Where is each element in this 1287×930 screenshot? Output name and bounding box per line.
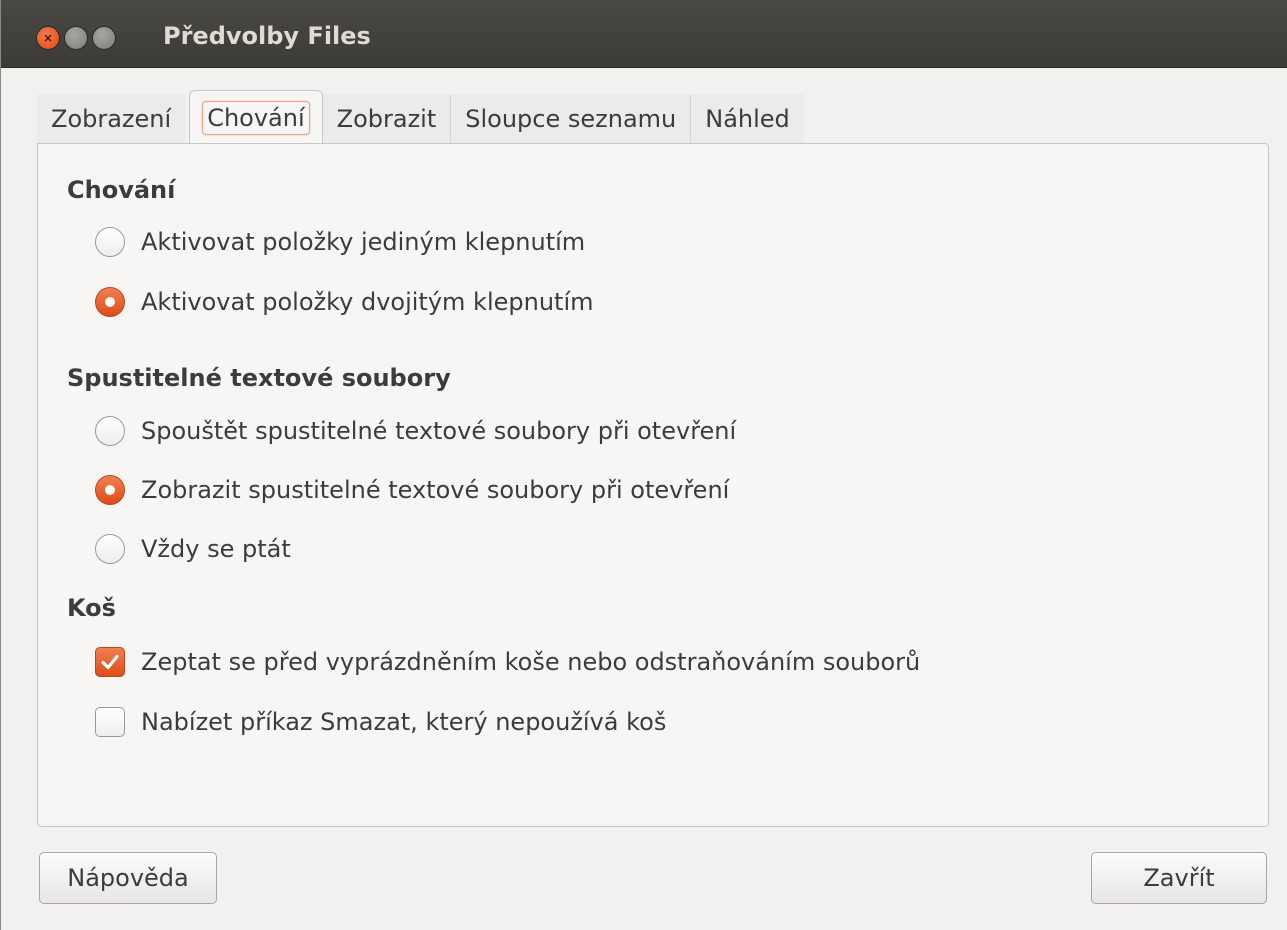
checkbox-offer-delete[interactable]: Nabízet příkaz Smazat, který nepoužívá k…	[95, 706, 666, 738]
radio-dot-icon	[105, 485, 115, 495]
radio-label: Aktivovat položky jediným klepnutím	[141, 228, 586, 256]
tab-label: Chování	[202, 100, 310, 135]
window-close-button[interactable]: ×	[36, 26, 60, 50]
help-button[interactable]: Nápověda	[39, 852, 217, 904]
checkbox-label: Zeptat se před vyprázdněním koše nebo od…	[141, 648, 921, 676]
tab-preview[interactable]: Náhled	[690, 94, 804, 144]
preferences-window: × Předvolby Files Zobrazení Chování Zobr…	[0, 0, 1287, 930]
trash-section-title: Koš	[67, 594, 116, 622]
radio-dot-icon	[105, 297, 115, 307]
close-button[interactable]: Zavřít	[1091, 852, 1267, 904]
close-icon: ×	[42, 31, 54, 45]
executable-section-title: Spustitelné textové soubory	[67, 364, 451, 392]
tab-label: Náhled	[705, 105, 790, 133]
radio-label: Aktivovat položky dvojitým klepnutím	[141, 288, 594, 316]
title-bar[interactable]: × Předvolby Files	[1, 0, 1287, 68]
checkbox-checked[interactable]	[95, 647, 125, 677]
tab-show[interactable]: Zobrazit	[322, 94, 451, 144]
radio-label: Vždy se ptát	[141, 535, 291, 563]
tab-display[interactable]: Zobrazení	[37, 94, 186, 144]
checkbox-confirm-empty-trash[interactable]: Zeptat se před vyprázdněním koše nebo od…	[95, 646, 920, 678]
window-title: Předvolby Files	[163, 22, 371, 50]
radio-show-executable[interactable]: Zobrazit spustitelné textové soubory při…	[95, 474, 729, 506]
checkbox-unchecked[interactable]	[95, 707, 125, 737]
behavior-section-title: Chování	[67, 176, 176, 204]
window-maximize-button[interactable]	[92, 26, 116, 50]
tab-label: Sloupce seznamu	[465, 105, 677, 133]
tab-bar: Zobrazení Chování Zobrazit Sloupce sezna…	[37, 90, 804, 144]
radio-button-selected[interactable]	[95, 287, 125, 317]
radio-double-click[interactable]: Aktivovat položky dvojitým klepnutím	[95, 286, 594, 318]
radio-button[interactable]	[95, 227, 125, 257]
radio-button[interactable]	[95, 534, 125, 564]
checkbox-label: Nabízet příkaz Smazat, který nepoužívá k…	[141, 708, 667, 736]
radio-label: Spouštět spustitelné textové soubory při…	[141, 417, 737, 445]
tab-label: Zobrazit	[336, 105, 437, 133]
radio-single-click[interactable]: Aktivovat položky jediným klepnutím	[95, 226, 585, 258]
radio-button-selected[interactable]	[95, 475, 125, 505]
maximize-icon	[93, 27, 115, 49]
tab-list-columns[interactable]: Sloupce seznamu	[450, 94, 691, 144]
radio-always-ask[interactable]: Vždy se ptát	[95, 533, 291, 565]
checkmark-icon	[101, 654, 119, 670]
tab-label: Zobrazení	[51, 105, 172, 133]
tab-behavior[interactable]: Chování	[189, 90, 323, 144]
window-minimize-button[interactable]	[64, 26, 88, 50]
minimize-icon	[65, 27, 87, 49]
radio-label: Zobrazit spustitelné textové soubory při…	[141, 476, 730, 504]
radio-button[interactable]	[95, 416, 125, 446]
radio-run-executable[interactable]: Spouštět spustitelné textové soubory při…	[95, 415, 736, 447]
